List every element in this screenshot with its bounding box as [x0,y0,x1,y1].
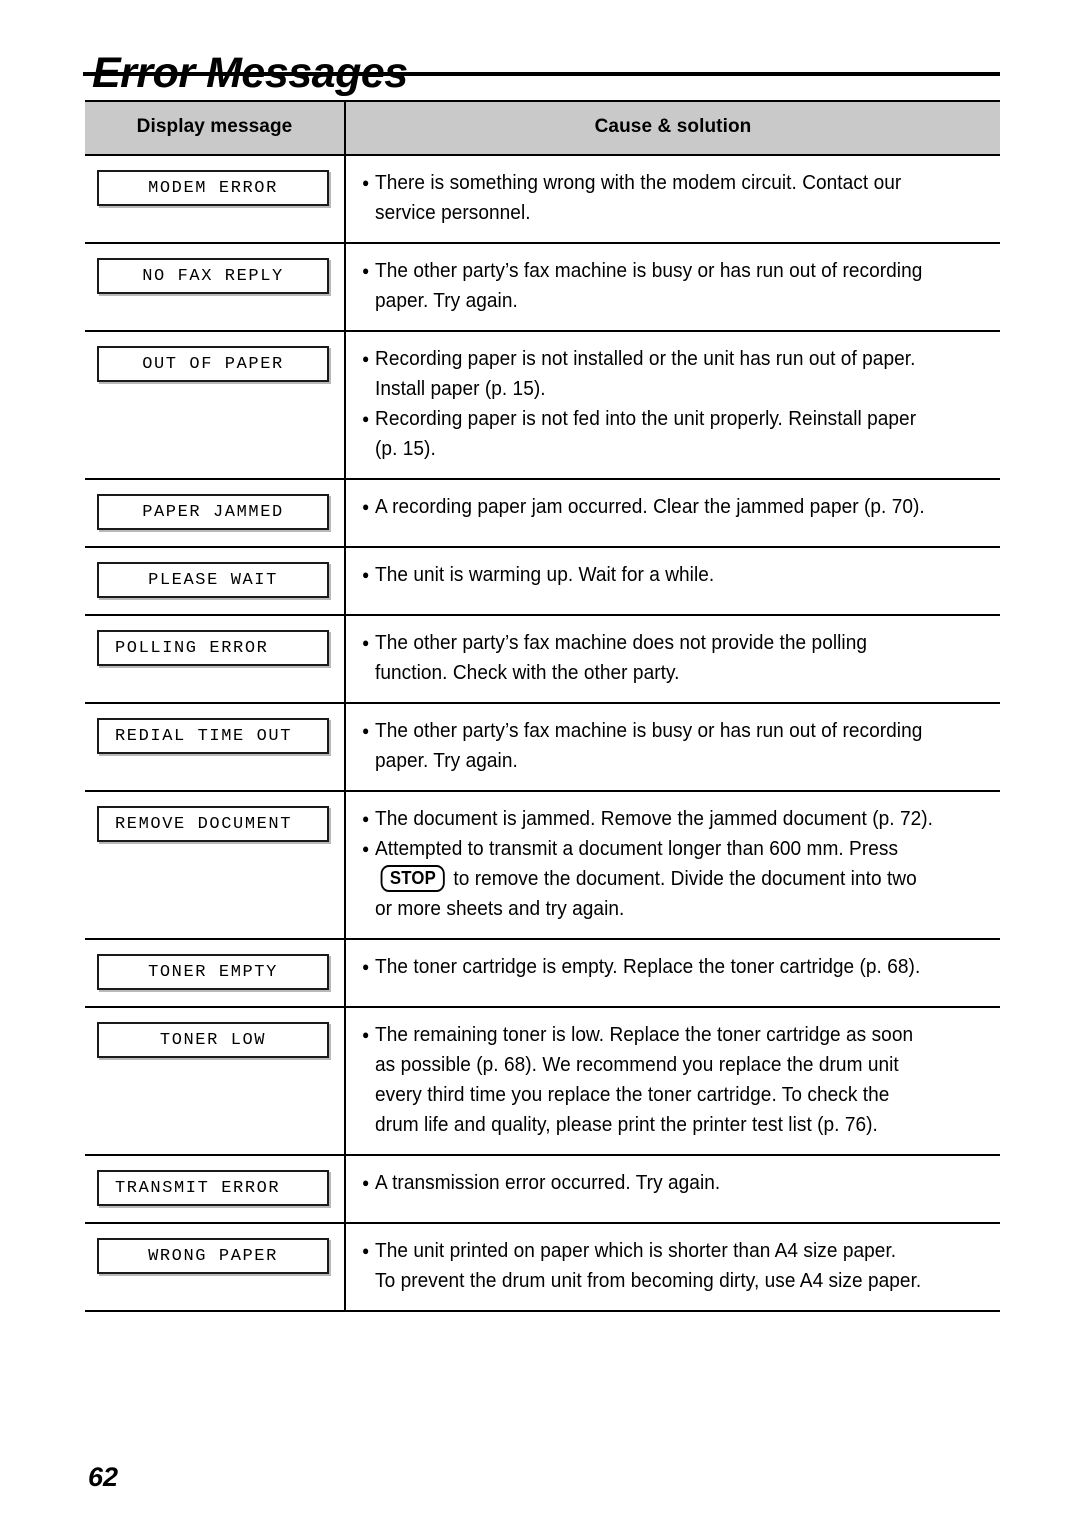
cause-solution-cell: The other party’s fax machine is busy or… [345,243,1000,332]
continuation-line: To prevent the drum unit from becoming d… [375,1269,922,1292]
table-header-row: Display message Cause & solution [85,100,1000,156]
display-message-cell: TONER LOW [85,1007,346,1156]
cause-solution-cell: There is something wrong with the modem … [345,155,1000,244]
lcd-display-box: REMOVE DOCUMENT [97,806,329,842]
table-row: POLLING ERROR The other party’s fax machi… [85,615,1000,704]
display-message-cell: TRANSMIT ERROR [85,1155,346,1224]
display-message-cell: TONER EMPTY [85,939,346,1008]
continuation-line: paper. Try again. [375,289,518,312]
cause-solution-cell: The other party’s fax machine is busy or… [345,703,1000,792]
lcd-display-box: REDIAL TIME OUT [97,718,329,754]
continuation-line: (p. 15). [375,437,436,460]
display-message-cell: OUT OF PAPER [85,331,346,480]
continuation-line: STOP to remove the document. Divide the … [362,864,950,894]
table-row: WRONG PAPER The unit printed on paper whi… [85,1223,1000,1312]
error-messages-table: Display message Cause & solution MODEM E… [85,100,1000,1312]
continuation-line: Install paper (p. 15). [375,377,546,400]
cause-solution-cell: The remaining toner is low. Replace the … [345,1007,1000,1156]
bullet-line: The toner cartridge is empty. Replace th… [362,952,950,982]
lcd-display-box: POLLING ERROR [97,630,329,666]
page-number: 62 [88,1462,119,1492]
continuation-line: function. Check with the other party. [375,661,680,684]
bullet-line: The other party’s fax machine does not p… [362,628,950,658]
cause-solution-cell: The document is jammed. Remove the jamme… [345,791,1000,940]
display-message-cell: WRONG PAPER [85,1223,346,1312]
cause-solution-cell: The unit is warming up. Wait for a while… [345,547,1000,616]
stop-key-glyph: STOP [380,865,446,892]
lcd-display-box: OUT OF PAPER [97,346,329,382]
continuation-line: or more sheets and try again. [375,897,625,920]
continuation-line: paper. Try again. [375,749,518,772]
cause-solution-cell: The other party’s fax machine does not p… [345,615,1000,704]
continuation-line: drum life and quality, please print the … [375,1113,878,1136]
table-row: TRANSMIT ERROR A transmission error occur… [85,1155,1000,1224]
display-message-cell: MODEM ERROR [85,155,346,244]
table-row: REDIAL TIME OUT The other party’s fax mac… [85,703,1000,792]
manual-page: Error Messages Display message Cause & s… [0,0,1080,1526]
bullet-line: The other party’s fax machine is busy or… [362,256,950,286]
bullet-line: The unit is warming up. Wait for a while… [362,560,950,590]
column-header-cause-solution: Cause & solution [345,100,1000,156]
table-body: MODEM ERROR There is something wrong with… [85,155,1000,1312]
display-message-cell: POLLING ERROR [85,615,346,704]
table-row: REMOVE DOCUMENT The document is jammed. R… [85,791,1000,940]
table-row: NO FAX REPLY The other party’s fax machin… [85,243,1000,332]
lcd-display-box: TRANSMIT ERROR [97,1170,329,1206]
bullet-line: The other party’s fax machine is busy or… [362,716,950,746]
table-row: OUT OF PAPER Recording paper is not insta… [85,331,1000,480]
bullet-line: Recording paper is not fed into the unit… [362,404,950,434]
continuation-line: as possible (p. 68). We recommend you re… [375,1053,899,1076]
lcd-display-box: TONER EMPTY [97,954,329,990]
cause-solution-cell: A transmission error occurred. Try again… [345,1155,1000,1224]
table-row: PAPER JAMMED A recording paper jam occurr… [85,479,1000,548]
cause-solution-cell: Recording paper is not installed or the … [345,331,1000,480]
cause-solution-cell: A recording paper jam occurred. Clear th… [345,479,1000,548]
table-row: TONER EMPTY The toner cartridge is empty.… [85,939,1000,1008]
cause-solution-cell: The toner cartridge is empty. Replace th… [345,939,1000,1008]
lcd-display-box: NO FAX REPLY [97,258,329,294]
column-header-display-message: Display message [85,100,346,156]
display-message-cell: PAPER JAMMED [85,479,346,548]
bullet-line: Recording paper is not installed or the … [362,344,950,374]
continuation-line: service personnel. [375,201,531,224]
lcd-display-box: TONER LOW [97,1022,329,1058]
bullet-line: A recording paper jam occurred. Clear th… [362,492,950,522]
display-message-cell: NO FAX REPLY [85,243,346,332]
display-message-cell: REDIAL TIME OUT [85,703,346,792]
bullet-line: There is something wrong with the modem … [362,168,950,198]
bullet-line: A transmission error occurred. Try again… [362,1168,950,1198]
lcd-display-box: PLEASE WAIT [97,562,329,598]
cause-solution-cell: The unit printed on paper which is short… [345,1223,1000,1312]
lcd-display-box: WRONG PAPER [97,1238,329,1274]
table-row: MODEM ERROR There is something wrong with… [85,155,1000,244]
display-message-cell: REMOVE DOCUMENT [85,791,346,940]
bullet-line: The document is jammed. Remove the jamme… [362,804,950,834]
bullet-line: The unit printed on paper which is short… [362,1236,950,1266]
continuation-line: every third time you replace the toner c… [375,1083,890,1106]
lcd-display-box: MODEM ERROR [97,170,329,206]
table-row: TONER LOW The remaining toner is low. Rep… [85,1007,1000,1156]
bullet-line: The remaining toner is low. Replace the … [362,1020,950,1050]
heading-divider [83,72,1000,76]
bullet-line: Attempted to transmit a document longer … [362,834,950,864]
lcd-display-box: PAPER JAMMED [97,494,329,530]
display-message-cell: PLEASE WAIT [85,547,346,616]
table-row: PLEASE WAIT The unit is warming up. Wait … [85,547,1000,616]
